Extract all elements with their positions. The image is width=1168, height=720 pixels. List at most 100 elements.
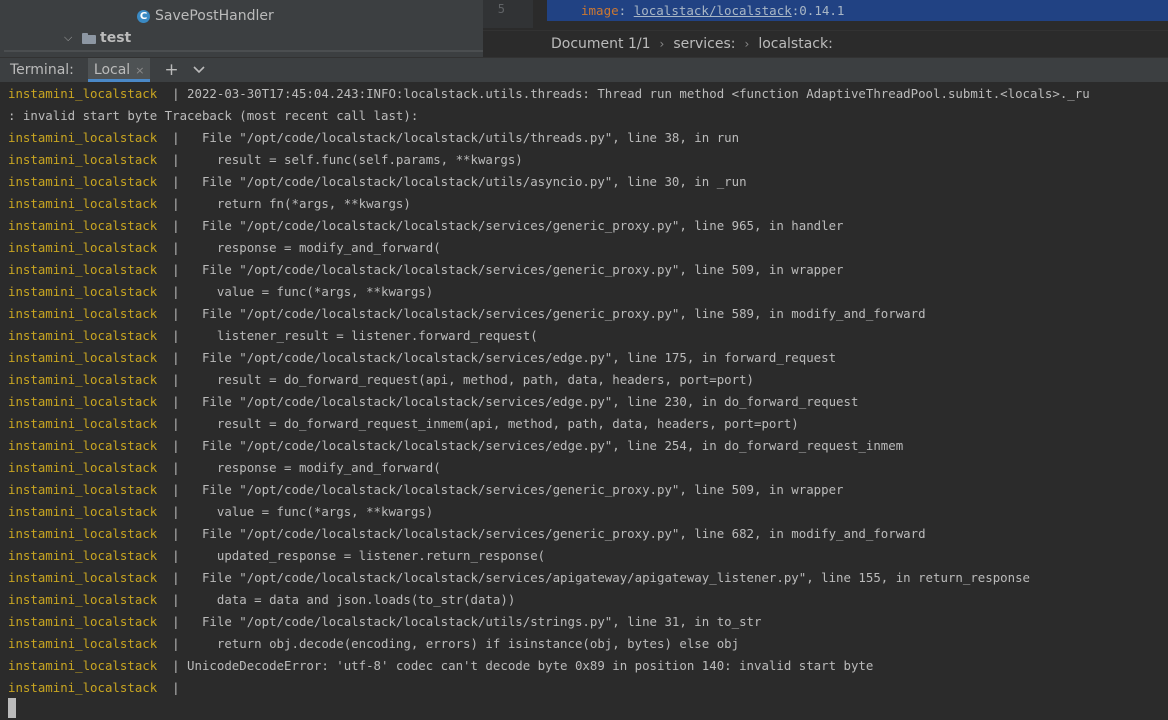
log-text: | File "/opt/code/localstack/localstack/… (157, 394, 859, 409)
container-name: instamini_localstack (8, 438, 158, 453)
container-name: instamini_localstack (8, 614, 158, 629)
terminal-line: instamini_localstack | return fn(*args, … (8, 193, 411, 215)
log-text: | UnicodeDecodeError: 'utf-8' codec can'… (157, 658, 874, 673)
terminal-line: instamini_localstack | value = func(*arg… (8, 501, 433, 523)
container-name: instamini_localstack (8, 548, 158, 563)
tree-item-save-post-handler[interactable]: C SavePostHandler (137, 5, 274, 27)
terminal-output[interactable]: instamini_localstack | 2022-03-30T17:45:… (0, 82, 1168, 720)
terminal-line: instamini_localstack | (8, 677, 180, 699)
terminal-line: instamini_localstack | File "/opt/code/l… (8, 259, 844, 281)
log-text: | File "/opt/code/localstack/localstack/… (157, 130, 740, 145)
terminal-line: instamini_localstack | response = modify… (8, 237, 441, 259)
log-text: | File "/opt/code/localstack/localstack/… (157, 614, 762, 629)
code-line[interactable]: image: localstack/localstack:0.14.1 (547, 0, 1168, 21)
log-text: | File "/opt/code/localstack/localstack/… (157, 570, 1030, 585)
log-text: | result = self.func(self.params, **kwar… (157, 152, 523, 167)
pane-divider (4, 50, 483, 52)
tree-item-test-folder[interactable]: ⌵ test (64, 27, 131, 49)
close-icon[interactable]: × (135, 64, 144, 77)
log-text: | value = func(*args, **kwargs) (157, 504, 434, 519)
tab-local[interactable]: Local × (87, 58, 151, 82)
terminal-line: instamini_localstack | return obj.decode… (8, 633, 739, 655)
terminal-line: instamini_localstack | response = modify… (8, 457, 441, 479)
container-name: instamini_localstack (8, 482, 158, 497)
terminal-line: instamini_localstack | File "/opt/code/l… (8, 171, 747, 193)
image-tag: :0.14.1 (791, 3, 845, 18)
container-name: instamini_localstack (8, 350, 158, 365)
log-text: | File "/opt/code/localstack/localstack/… (157, 482, 844, 497)
log-text: | (157, 680, 180, 695)
terminal-line: instamini_localstack | listener_result =… (8, 325, 538, 347)
log-text: | response = modify_and_forward( (157, 240, 441, 255)
log-text: | data = data and json.loads(to_str(data… (157, 592, 516, 607)
chevron-down-icon[interactable]: ⌵ (64, 31, 78, 45)
terminal-line: instamini_localstack | result = do_forwa… (8, 369, 754, 391)
container-name: instamini_localstack (8, 658, 158, 673)
terminal-line: instamini_localstack | File "/opt/code/l… (8, 303, 926, 325)
terminal-line: instamini_localstack | File "/opt/code/l… (8, 435, 903, 457)
add-icon[interactable]: + (164, 60, 178, 80)
breadcrumb-document[interactable]: Document 1/1 (551, 36, 651, 52)
container-name: instamini_localstack (8, 460, 158, 475)
terminal-line: instamini_localstack | File "/opt/code/l… (8, 479, 844, 501)
terminal-line: instamini_localstack | result = do_forwa… (8, 413, 799, 435)
log-text: | result = do_forward_request(api, metho… (157, 372, 754, 387)
terminal-line: instamini_localstack | File "/opt/code/l… (8, 127, 739, 149)
tree-item-label: test (100, 30, 132, 46)
top-area: C SavePostHandler ⌵ test 5 image: locals… (0, 0, 1168, 57)
container-name: instamini_localstack (8, 636, 158, 651)
line-number: 5 (497, 2, 505, 16)
tree-item-label: SavePostHandler (155, 8, 274, 24)
terminal-header: Terminal: Local × + (0, 57, 1168, 82)
terminal-line: instamini_localstack | 2022-03-30T17:45:… (8, 83, 1090, 105)
terminal-cursor (8, 698, 16, 718)
terminal-title: Terminal: (10, 62, 74, 78)
log-text: : invalid start byte Traceback (most rec… (8, 108, 419, 123)
log-text: | updated_response = listener.return_res… (157, 548, 546, 563)
terminal-line: instamini_localstack | updated_response … (8, 545, 545, 567)
container-name: instamini_localstack (8, 86, 158, 101)
chevron-right-icon: › (744, 37, 750, 51)
editor-gutter: 5 (483, 0, 533, 28)
editor-pane[interactable]: 5 image: localstack/localstack:0.14.1 Do… (483, 0, 1168, 57)
terminal-line: instamini_localstack | File "/opt/code/l… (8, 347, 836, 369)
terminal-line: instamini_localstack | value = func(*arg… (8, 281, 433, 303)
container-name: instamini_localstack (8, 240, 158, 255)
container-name: instamini_localstack (8, 306, 158, 321)
class-icon: C (137, 9, 150, 23)
chevron-right-icon: › (659, 37, 665, 51)
breadcrumb-services[interactable]: services: (673, 36, 735, 52)
container-name: instamini_localstack (8, 592, 158, 607)
log-text: | return fn(*args, **kwargs) (157, 196, 411, 211)
log-text: | File "/opt/code/localstack/localstack/… (157, 262, 844, 277)
container-name: instamini_localstack (8, 284, 158, 299)
chevron-down-icon[interactable] (193, 63, 205, 78)
breadcrumb: Document 1/1 › services: › localstack: (483, 30, 1168, 57)
terminal-line: instamini_localstack | File "/opt/code/l… (8, 215, 844, 237)
container-name: instamini_localstack (8, 680, 158, 695)
container-name: instamini_localstack (8, 526, 158, 541)
breadcrumb-localstack[interactable]: localstack: (758, 36, 833, 52)
project-tree[interactable]: C SavePostHandler ⌵ test (4, 0, 483, 51)
log-text: | result = do_forward_request_inmem(api,… (157, 416, 799, 431)
terminal-line: instamini_localstack | File "/opt/code/l… (8, 523, 926, 545)
container-name: instamini_localstack (8, 262, 158, 277)
container-name: instamini_localstack (8, 372, 158, 387)
log-text: | response = modify_and_forward( (157, 460, 441, 475)
log-text: | 2022-03-30T17:45:04.243:INFO:localstac… (157, 86, 1090, 101)
container-name: instamini_localstack (8, 130, 158, 145)
container-name: instamini_localstack (8, 394, 158, 409)
log-text: | return obj.decode(encoding, errors) if… (157, 636, 740, 651)
container-name: instamini_localstack (8, 152, 158, 167)
terminal-line: instamini_localstack | result = self.fun… (8, 149, 523, 171)
tab-label: Local (93, 62, 131, 78)
container-name: instamini_localstack (8, 174, 158, 189)
container-name: instamini_localstack (8, 196, 158, 211)
image-link[interactable]: localstack/localstack (634, 3, 792, 18)
container-name: instamini_localstack (8, 218, 158, 233)
terminal-line: instamini_localstack | data = data and j… (8, 589, 515, 611)
log-text: | File "/opt/code/localstack/localstack/… (157, 306, 926, 321)
terminal-line: instamini_localstack | File "/opt/code/l… (8, 391, 858, 413)
terminal-line: : invalid start byte Traceback (most rec… (8, 105, 418, 127)
log-text: | File "/opt/code/localstack/localstack/… (157, 350, 837, 365)
